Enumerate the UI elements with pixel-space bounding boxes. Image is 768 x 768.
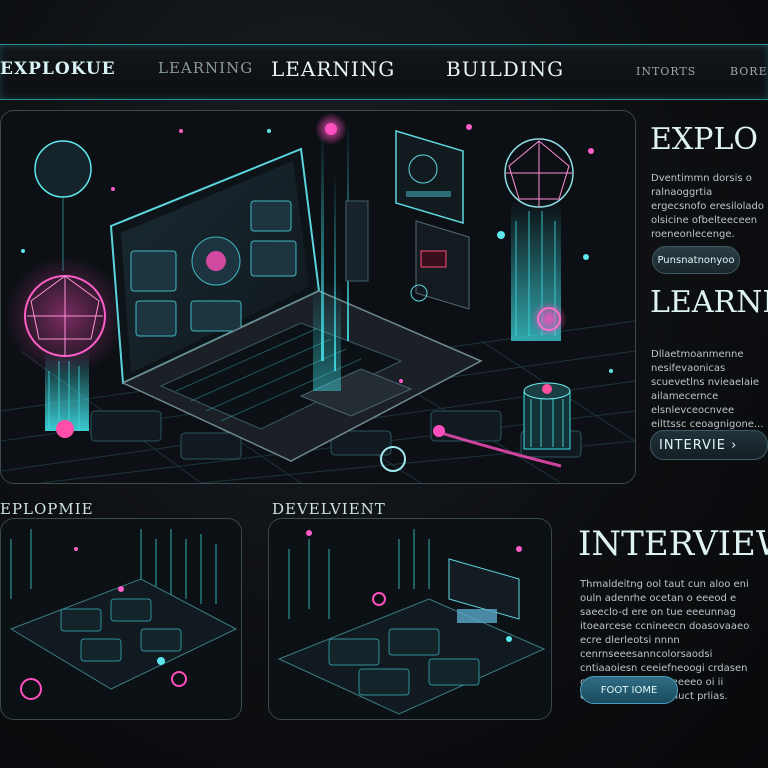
exploration-artwork xyxy=(1,519,241,719)
left-glow-node xyxy=(56,420,74,438)
learning-heading: LEARNI xyxy=(650,285,768,320)
glowing-cylinder xyxy=(523,382,571,450)
explore-button[interactable]: Punsnatnonyoo xyxy=(652,246,740,274)
hero-illustration xyxy=(0,110,636,484)
card1-label: EPLOPMIE xyxy=(0,500,94,518)
exploration-card[interactable] xyxy=(0,518,242,720)
card2-label: DEVELVIENT xyxy=(272,500,386,518)
nav-item-imports[interactable]: INTORTS xyxy=(636,65,696,78)
development-card[interactable] xyxy=(268,518,552,720)
nav-item-learning[interactable]: LEARNING xyxy=(271,57,395,81)
nav-item-learning-faded[interactable]: LEARNING xyxy=(158,59,253,77)
nav-item-building[interactable]: BUILDING xyxy=(446,57,564,81)
explore-text: Dventimmn dorsis o ralnaoggrtia ergecsno… xyxy=(651,173,765,240)
nav-item-more[interactable]: BORE xyxy=(730,65,768,78)
top-nav: EXPLOKUE LEARNING LEARNING BUILDING INTO… xyxy=(0,44,768,100)
tower-unit xyxy=(345,200,369,282)
interview-heading: INTERVIEW xyxy=(578,524,768,564)
top-left-orb xyxy=(34,140,92,198)
interview-link-button[interactable]: INTERVIE › xyxy=(650,430,768,460)
explore-heading: EXPLO xyxy=(650,122,758,157)
development-artwork xyxy=(269,519,551,719)
interview-button[interactable]: FOOT IOME xyxy=(580,676,678,704)
learning-text: Dllaetmoanmenne nesifevaonicas scuevetln… xyxy=(651,349,764,430)
nav-item-explore[interactable]: EXPLOKUE xyxy=(0,59,116,79)
hero-artwork xyxy=(1,111,635,483)
